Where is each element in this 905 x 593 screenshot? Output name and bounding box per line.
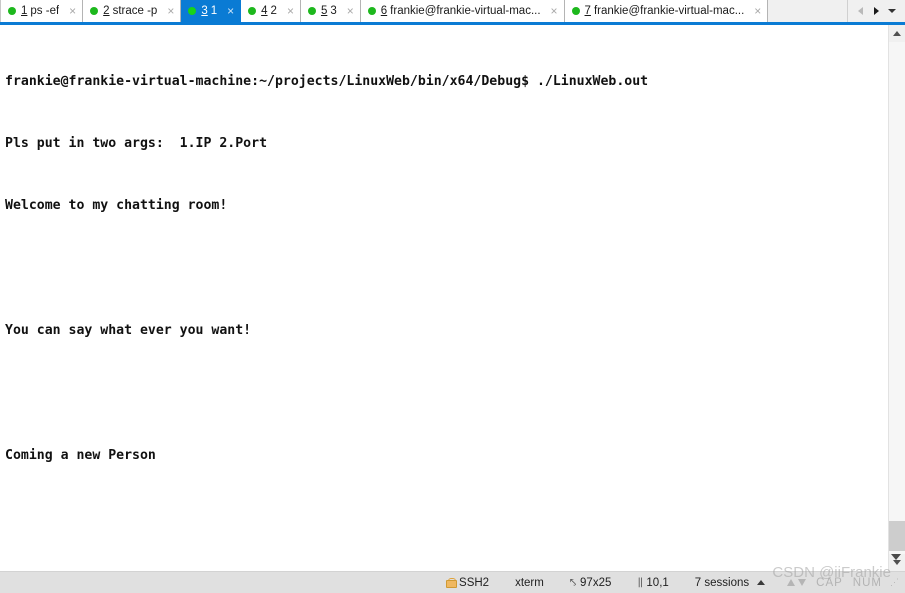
terminal-scrollbar[interactable] <box>888 25 905 571</box>
triangle-up-icon[interactable] <box>757 580 766 585</box>
tab-title: frankie@frankie-virtual-mac... <box>593 5 745 17</box>
tab-title: ps -ef <box>30 5 60 17</box>
chevron-down-icon <box>888 9 896 13</box>
tab-title: frankie@frankie-virtual-mac... <box>390 5 541 17</box>
green-status-dot <box>571 7 580 15</box>
tab-accelerator-number: 3 <box>201 5 208 17</box>
terminal-output-area[interactable]: frankie@frankie-virtual-machine:~/projec… <box>0 25 888 571</box>
tab-title: 3 <box>330 5 337 17</box>
resize-icon: ⤣ <box>569 576 577 589</box>
close-icon[interactable]: × <box>66 5 79 17</box>
close-icon[interactable]: × <box>164 5 177 17</box>
scrollbar-track[interactable] <box>889 42 905 554</box>
tab-scroll-right-button[interactable] <box>868 1 884 21</box>
tab-strip: 1 ps -ef × 2 strace -p × 3 1 × 4 2 × 5 3… <box>0 0 847 22</box>
tab-accelerator-number: 7 <box>584 5 591 17</box>
tab-accelerator-number: 6 <box>380 5 388 17</box>
tab-bar: 1 ps -ef × 2 strace -p × 3 1 × 4 2 × 5 3… <box>0 0 905 22</box>
status-cursor-position[interactable]: ‖ 10,1 <box>637 577 668 589</box>
arrow-up-icon <box>787 579 796 586</box>
status-terminal-type-label: xterm <box>515 576 544 589</box>
triangle-left-icon <box>857 7 863 15</box>
status-security-label: SSH2 <box>459 576 490 589</box>
green-status-dot <box>307 7 316 15</box>
tab-scroll-left-button[interactable] <box>852 1 868 21</box>
status-security[interactable]: SSH2 <box>446 577 489 589</box>
status-cursor-position-label: 10,1 <box>646 576 669 589</box>
tab-title: 2 <box>270 5 277 17</box>
tab-6[interactable]: 6 frankie@frankie-virtual-mac... × <box>360 0 565 22</box>
tab-3-active[interactable]: 3 1 × <box>181 0 242 22</box>
terminal-line: frankie@frankie-virtual-machine:~/projec… <box>5 73 649 89</box>
chevron-up-icon <box>893 31 901 36</box>
cursor-position-icon: ‖ <box>637 577 643 588</box>
close-icon[interactable]: × <box>344 5 357 17</box>
chevron-down-icon <box>893 560 901 565</box>
tab-5[interactable]: 5 3 × <box>300 0 361 22</box>
triangle-right-icon <box>873 7 879 15</box>
tab-title: strace -p <box>112 5 158 17</box>
close-icon[interactable]: × <box>548 5 561 17</box>
green-status-dot <box>90 7 99 15</box>
arrow-down-icon <box>798 579 807 586</box>
tab-list-dropdown-button[interactable] <box>884 1 900 21</box>
terminal-line: Welcome to my chatting room! <box>5 198 228 214</box>
status-dimensions[interactable]: ⤣ 97x25 <box>570 577 612 589</box>
status-caps-lock-indicator: CAP <box>816 576 843 589</box>
terminal-line: You can say what ever you want! <box>5 323 252 339</box>
status-transfer-indicators <box>787 579 807 586</box>
terminal-line: Coming a new Person <box>5 447 156 463</box>
tab-accelerator-number: 1 <box>21 5 28 17</box>
green-status-dot <box>367 7 376 15</box>
scrollbar-thumb[interactable] <box>889 521 905 551</box>
close-icon[interactable]: × <box>284 5 297 17</box>
resize-grip-icon[interactable]: ⋰ <box>890 578 899 587</box>
lock-icon <box>446 577 458 588</box>
close-icon[interactable]: × <box>224 5 237 17</box>
tab-title: 1 <box>210 5 218 17</box>
tab-2[interactable]: 2 strace -p × <box>83 0 182 22</box>
scroll-up-button[interactable] <box>889 25 905 42</box>
tab-accelerator-number: 5 <box>320 5 328 17</box>
status-terminal-type[interactable]: xterm <box>515 577 544 589</box>
tab-accelerator-number: 4 <box>261 5 268 17</box>
scroll-to-bottom-icon[interactable] <box>891 554 901 560</box>
status-bar: SSH2 xterm ⤣ 97x25 ‖ 10,1 7 sessions CAP… <box>0 554 905 593</box>
tab-7[interactable]: 7 frankie@frankie-virtual-mac... × <box>564 0 769 22</box>
close-icon[interactable]: × <box>751 5 764 17</box>
status-dimensions-label: 97x25 <box>580 576 612 589</box>
green-status-dot <box>8 7 16 15</box>
green-status-dot <box>248 7 257 15</box>
green-status-dot <box>188 7 197 15</box>
status-num-lock-indicator: NUM <box>852 576 882 589</box>
status-sessions[interactable]: 7 sessions <box>694 576 766 589</box>
terminal-line: Pls put in two args: 1.IP 2.Port <box>5 135 268 151</box>
tab-1[interactable]: 1 ps -ef × <box>0 0 84 22</box>
terminal-body: frankie@frankie-virtual-machine:~/projec… <box>0 25 905 571</box>
tab-4[interactable]: 4 2 × <box>241 0 301 22</box>
tab-accelerator-number: 2 <box>103 5 110 17</box>
tab-navigation-controls <box>847 0 905 22</box>
terminal-application-window: 1 ps -ef × 2 strace -p × 3 1 × 4 2 × 5 3… <box>0 0 905 593</box>
status-sessions-label: 7 sessions <box>694 576 750 589</box>
